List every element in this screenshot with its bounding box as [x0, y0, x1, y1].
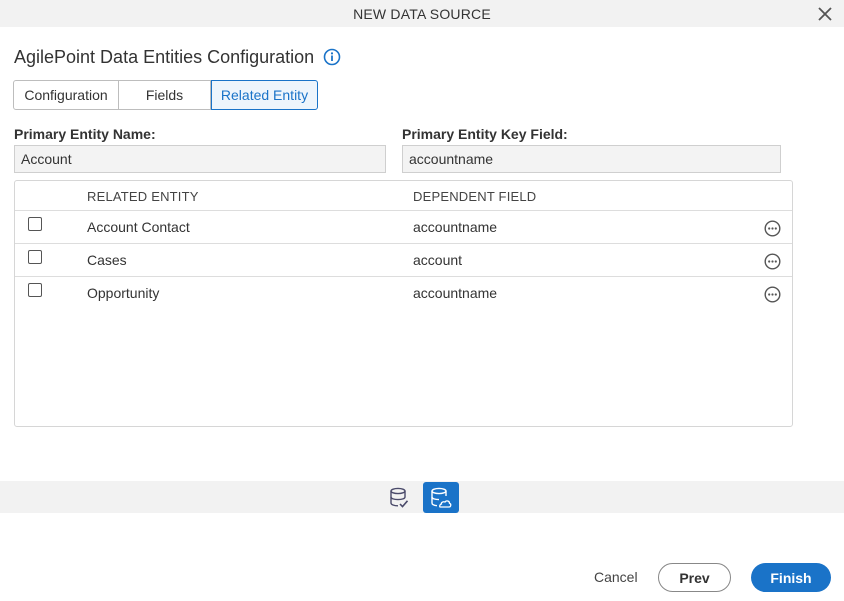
page-title: AgilePoint Data Entities Configuration [14, 46, 315, 67]
dependent-field-cell: account [413, 252, 463, 268]
column-header-related-entity: RELATED ENTITY [87, 189, 199, 204]
more-options-icon[interactable] [764, 220, 781, 237]
dialog-titlebar: NEW DATA SOURCE [0, 0, 844, 27]
related-entity-cell: Cases [87, 252, 127, 268]
primary-entity-name-label: Primary Entity Name: [14, 126, 156, 142]
table-row: Cases account [15, 244, 792, 277]
step-indicator-band [0, 481, 844, 513]
dialog-title: NEW DATA SOURCE [353, 6, 491, 22]
dependent-field-cell: accountname [413, 285, 498, 301]
more-options-icon[interactable] [764, 286, 781, 303]
step-database-cloud[interactable] [423, 482, 459, 513]
tab-configuration[interactable]: Configuration [13, 80, 119, 110]
more-options-icon[interactable] [764, 253, 781, 270]
primary-entity-key-field-label: Primary Entity Key Field: [402, 126, 568, 142]
row-checkbox[interactable] [28, 250, 42, 264]
dependent-field-cell: accountname [413, 219, 498, 235]
finish-button[interactable]: Finish [751, 563, 831, 592]
cancel-button[interactable]: Cancel [588, 563, 644, 591]
tab-related-entity[interactable]: Related Entity [211, 80, 318, 110]
close-icon[interactable] [817, 6, 833, 22]
tab-label: Configuration [24, 87, 108, 103]
table-row: Account Contact accountname [15, 211, 792, 244]
row-checkbox[interactable] [28, 217, 42, 231]
related-entity-cell: Opportunity [87, 285, 160, 301]
grid-header: RELATED ENTITY DEPENDENT FIELD [15, 181, 792, 211]
table-row: Opportunity accountname [15, 277, 792, 310]
related-entity-grid: RELATED ENTITY DEPENDENT FIELD Account C… [14, 180, 793, 427]
prev-button[interactable]: Prev [658, 563, 731, 592]
column-header-dependent-field: DEPENDENT FIELD [413, 189, 537, 204]
primary-entity-name-field[interactable]: Account [14, 145, 386, 173]
info-icon[interactable] [323, 48, 341, 66]
tab-bar: Configuration Fields Related Entity [13, 80, 318, 110]
database-cloud-icon [431, 487, 452, 508]
page-heading: AgilePoint Data Entities Configuration [14, 45, 341, 69]
tab-fields[interactable]: Fields [119, 80, 211, 110]
tab-label: Fields [145, 87, 184, 103]
related-entity-cell: Account Contact [87, 219, 190, 235]
database-check-icon [390, 487, 409, 508]
tab-label: Related Entity [220, 87, 309, 103]
step-database-check[interactable] [381, 482, 417, 513]
row-checkbox[interactable] [28, 283, 42, 297]
primary-entity-key-field[interactable]: accountname [402, 145, 781, 173]
